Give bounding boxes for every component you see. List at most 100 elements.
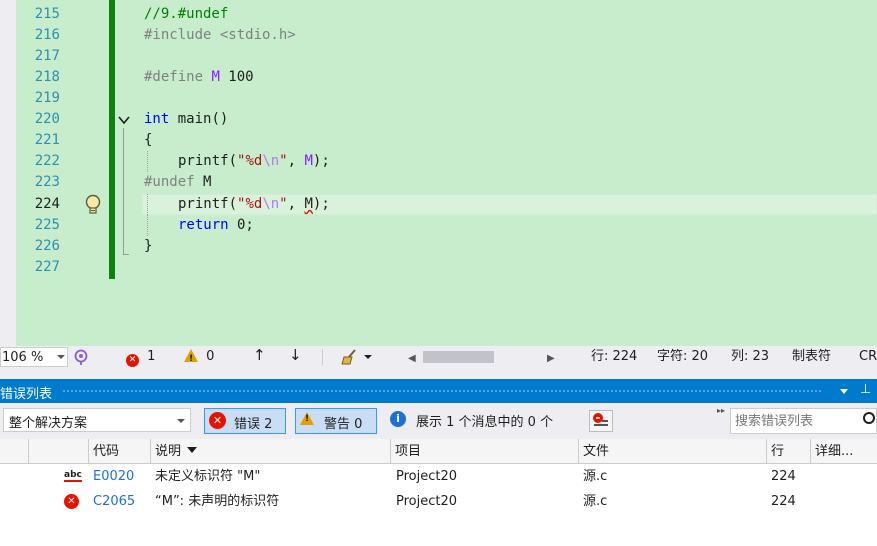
lightbulb-icon[interactable] (84, 194, 102, 216)
error-code[interactable]: E0020 (93, 464, 134, 489)
string: " (279, 196, 288, 212)
chevron-down-icon (57, 355, 65, 359)
code-line-226[interactable]: } (144, 236, 152, 257)
code-line-218[interactable]: #define M 100 (144, 67, 254, 88)
cursor-char: 字符: 20 (657, 349, 709, 364)
search-input[interactable] (735, 412, 863, 430)
macro-value: 100 (219, 69, 254, 85)
filter-list-icon (593, 413, 608, 426)
warning-count-indicator[interactable]: ! 0 (184, 349, 214, 365)
line-number: 216 (34, 27, 60, 43)
error-line: 224 (771, 494, 796, 509)
errors-filter-toggle[interactable]: ✕ 错误 2 (204, 408, 286, 434)
line-number: 222 (34, 153, 60, 169)
column-details[interactable]: 详细... (810, 439, 877, 464)
code-editor[interactable]: 215 216 217 218 219 220 221 222 223 224 … (0, 0, 877, 346)
error-list-toolbar: 整个解决方案 ✕ 错误 2 ! 警告 0 i 展示 1 个消息中的 0 个 ▸▸ (0, 403, 877, 437)
error-row[interactable]: abc E0020 未定义标识符 "M" Project20 源.c 224 (0, 464, 877, 489)
line-ending[interactable]: CR (859, 349, 877, 365)
code-line-221[interactable]: { (144, 130, 152, 151)
column-icon-header[interactable] (28, 439, 88, 464)
fold-guide-end (123, 254, 129, 255)
macro-name: M (211, 69, 220, 85)
error-code[interactable]: C2065 (93, 489, 135, 514)
column-description[interactable]: 说明 (150, 439, 390, 464)
line-number: 220 (34, 111, 60, 127)
column-description-label: 说明 (155, 444, 182, 459)
line-number: 225 (34, 217, 60, 233)
error-description: 未定义标识符 "M" (155, 469, 261, 484)
spell-error-icon: abc (64, 470, 82, 482)
cursor-column: 列: 23 (731, 349, 770, 364)
line-number: 223 (34, 174, 60, 190)
punctuation: , (287, 153, 305, 169)
cursor-row: 行: 224 (591, 349, 638, 364)
indentation-mode[interactable]: 制表符 (792, 349, 831, 365)
column-project[interactable]: 项目 (390, 439, 578, 464)
change-tracking-bar (109, 0, 115, 279)
code-line-225[interactable]: return 0; (178, 215, 254, 236)
zoom-dropdown[interactable]: 106 % (0, 347, 68, 367)
error-project: Project20 (396, 469, 458, 484)
scroll-right-icon[interactable]: ▶ (547, 351, 555, 367)
brace: { (144, 132, 153, 148)
line-number: 227 (34, 259, 60, 275)
code-line-215[interactable]: //9.#undef (144, 4, 228, 25)
error-count-indicator[interactable]: ✕ 1 (126, 349, 155, 367)
error-description: “M”: 未声明的标识符 (155, 494, 280, 509)
punctuation: ( (228, 196, 238, 212)
directive: #define (144, 69, 212, 85)
column-code[interactable]: 代码 (88, 439, 150, 464)
health-indicator-icon[interactable] (72, 348, 90, 366)
code-cleanup-broom-icon[interactable] (341, 348, 361, 366)
build-intellisense-filter-button[interactable] (589, 410, 613, 432)
brace: } (144, 238, 153, 254)
code-line-222[interactable]: printf("%d\n", M); (178, 151, 330, 172)
warning-icon: ! (300, 412, 314, 425)
macro-name: M (304, 153, 313, 169)
error-list-titlebar[interactable]: 错误列表 ⊥ (0, 379, 877, 403)
search-error-list[interactable] (730, 408, 877, 434)
scope-dropdown[interactable]: 整个解决方案 (3, 408, 191, 432)
string: "%d (237, 153, 263, 169)
scroll-left-icon[interactable]: ◀ (408, 351, 416, 367)
warnings-filter-toggle[interactable]: ! 警告 0 (295, 408, 377, 434)
code-line-220[interactable]: int main() (144, 109, 228, 130)
column-file[interactable]: 文件 (578, 439, 766, 464)
punctuation: ); (312, 196, 330, 212)
overflow-chevron-icon[interactable]: ▸▸ (717, 406, 725, 415)
code-line-224[interactable]: printf("%d\n", M); (178, 194, 330, 215)
warning-count: 0 (206, 349, 215, 364)
info-icon: i (390, 411, 406, 427)
arrow-down-icon[interactable]: ↓ (289, 347, 302, 363)
horizontal-scrollbar-thumb[interactable] (423, 351, 494, 363)
error-file: 源.c (583, 469, 608, 484)
string: " (279, 153, 288, 169)
line-number: 221 (34, 132, 60, 148)
error-icon: ✕ (126, 354, 139, 367)
line-number: 217 (34, 48, 60, 64)
code-line-216[interactable]: #include <stdio.h> (144, 25, 296, 46)
search-icon[interactable] (863, 412, 875, 424)
errors-button-label: 错误 2 (234, 417, 273, 432)
undefined-identifier-error[interactable]: M (304, 196, 312, 212)
punctuation: ( (228, 153, 238, 169)
error-file: 源.c (583, 494, 608, 509)
error-list-header: 代码 说明 项目 文件 行 详细... (0, 439, 877, 464)
line-number: 226 (34, 238, 60, 254)
code-line-223[interactable]: #undef M (144, 172, 211, 193)
error-icon: ✕ (64, 494, 79, 509)
zoom-level: 106 % (2, 350, 44, 365)
keyword: int (144, 111, 170, 127)
include-path: <stdio.h> (219, 27, 296, 43)
collapse-chevron-icon[interactable] (117, 113, 131, 127)
column-line[interactable]: 行 (766, 439, 810, 464)
error-list-empty-area (0, 514, 877, 546)
error-row[interactable]: ✕ C2065 “M”: 未声明的标识符 Project20 源.c 224 (0, 489, 877, 514)
scope-selected: 整个解决方案 (9, 416, 88, 431)
drag-grip[interactable] (62, 389, 822, 394)
chevron-down-icon[interactable] (840, 389, 848, 394)
chevron-down-icon[interactable] (364, 355, 372, 359)
pin-icon[interactable]: ⊥ (860, 382, 871, 397)
arrow-up-icon[interactable]: ↑ (253, 347, 266, 363)
